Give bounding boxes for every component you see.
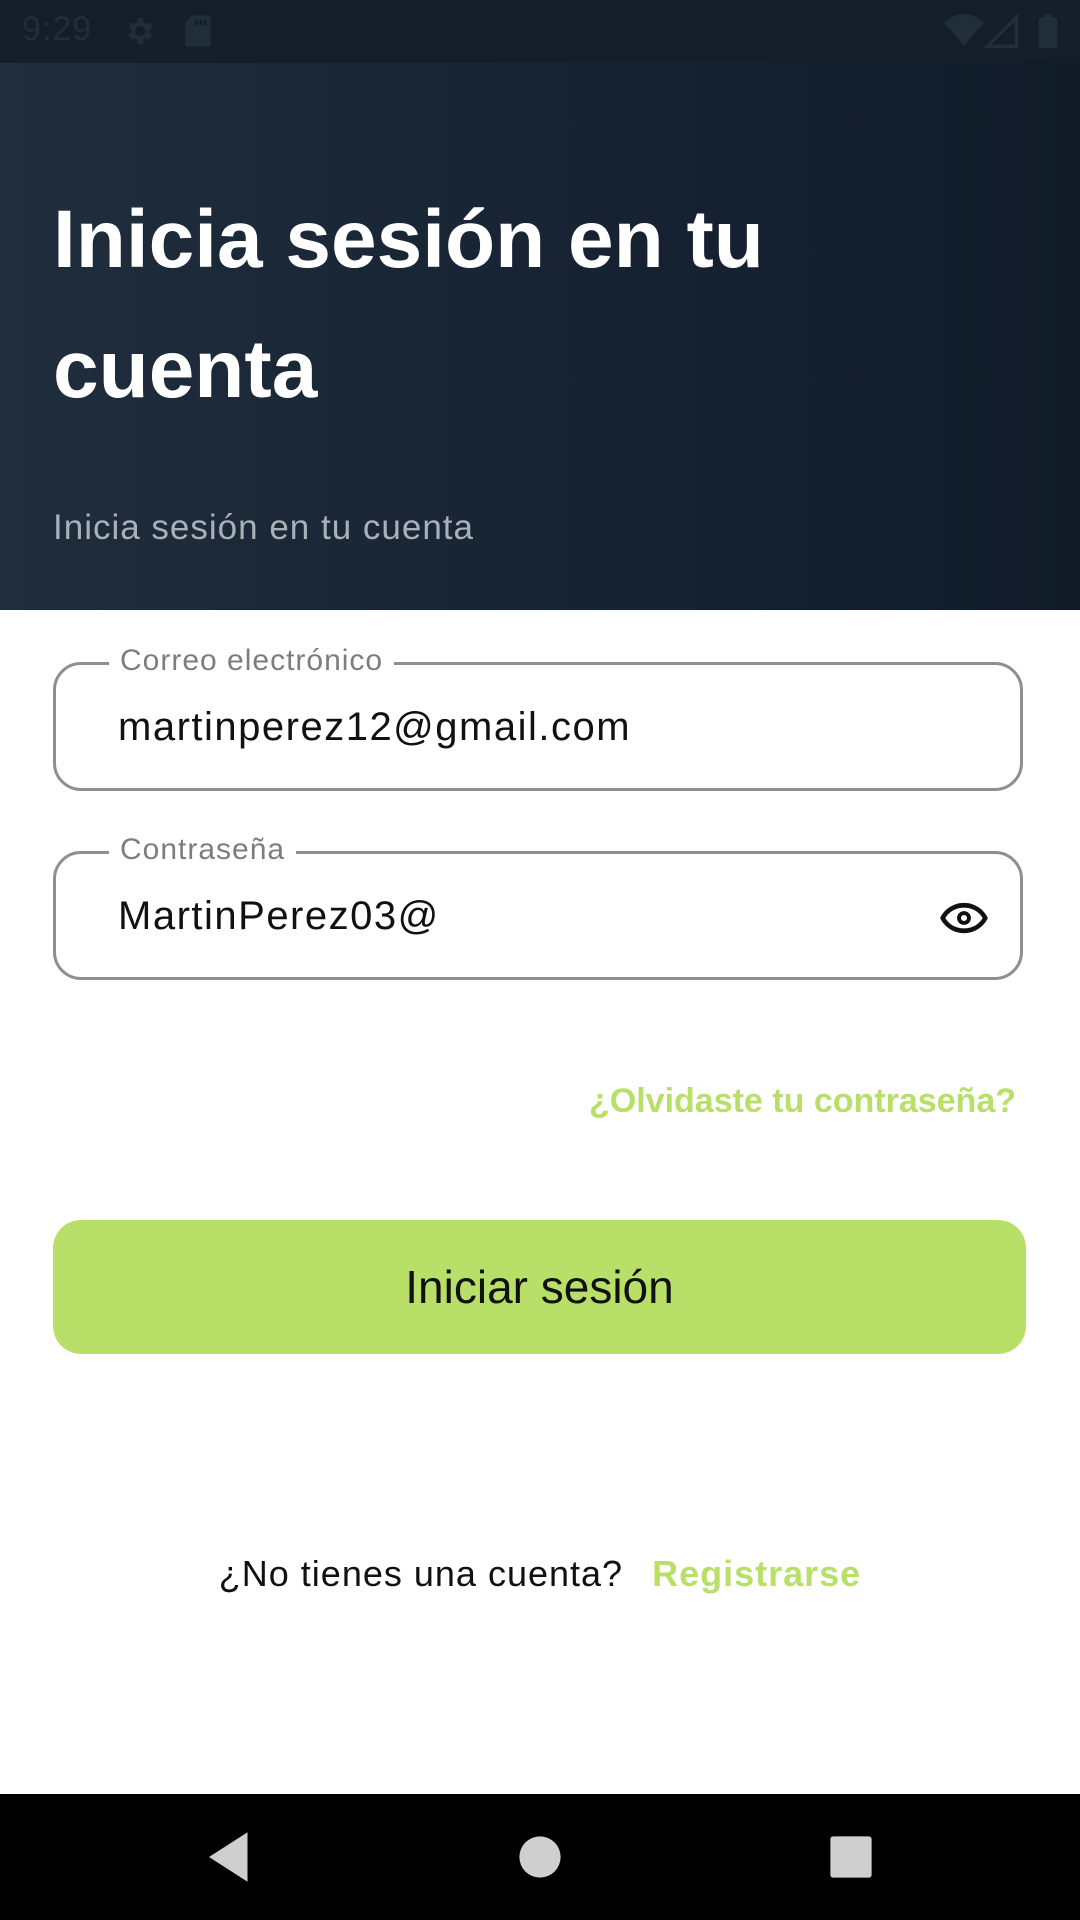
battery-icon	[1038, 14, 1058, 53]
settings-icon	[122, 14, 156, 53]
navigation-bar	[0, 1794, 1080, 1920]
sd-card-icon	[183, 14, 213, 53]
register-prompt: ¿No tienes una cuenta?	[218, 1553, 624, 1594]
page-subtitle: Inicia sesión en tu cuenta	[53, 508, 474, 547]
recents-icon[interactable]	[818, 1824, 884, 1890]
register-row: ¿No tienes una cuenta? Registrarse	[0, 1553, 1080, 1595]
wifi-icon	[944, 14, 984, 53]
status-bar: 9:29	[0, 0, 1080, 63]
password-field[interactable]: Contraseña	[53, 832, 1023, 980]
page-title: Inicia sesión en tu cuenta	[53, 194, 764, 415]
password-input[interactable]	[118, 892, 898, 940]
register-link[interactable]: Registrarse	[652, 1553, 861, 1594]
eye-icon[interactable]	[938, 892, 990, 944]
password-field-label: Contraseña	[109, 832, 297, 868]
email-field-label: Correo electrónico	[109, 643, 395, 679]
forgot-password-link[interactable]: ¿Olvidaste tu contraseña?	[589, 1082, 1016, 1121]
back-icon[interactable]	[198, 1824, 264, 1890]
email-input[interactable]	[118, 703, 898, 751]
status-time: 9:29	[22, 10, 93, 48]
login-button[interactable]: Iniciar sesión	[53, 1220, 1026, 1354]
signal-icon	[983, 13, 1018, 53]
home-icon[interactable]	[507, 1824, 573, 1890]
email-field[interactable]: Correo electrónico	[53, 643, 1023, 791]
